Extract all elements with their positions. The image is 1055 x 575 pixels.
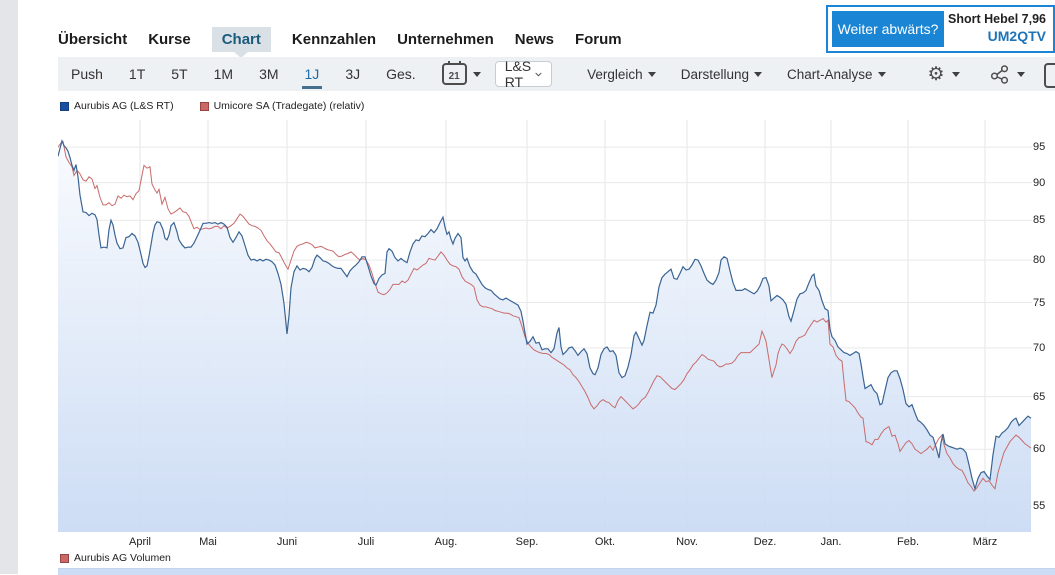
range-button-1j[interactable]: 1J <box>305 66 320 82</box>
chart-legend: Aurubis AG (L&S RT) Umicore SA (Tradegat… <box>60 100 364 112</box>
price-chart[interactable] <box>58 120 1032 532</box>
range-button-1t[interactable]: 1T <box>129 66 145 82</box>
x-tick-label: Sep. <box>499 536 555 548</box>
nav-item-unternehmen[interactable]: Unternehmen <box>397 31 494 48</box>
nav-item-kennzahlen[interactable]: Kennzahlen <box>292 31 376 48</box>
x-tick-label: Feb. <box>880 536 936 548</box>
legend-label: Umicore SA (Tradegate) (relativ) <box>214 100 365 112</box>
y-tick-label: 95 <box>1033 141 1055 153</box>
range-button-3m[interactable]: 3M <box>259 66 278 82</box>
nav-item-chart[interactable]: Chart <box>212 27 271 52</box>
legend-swatch-volume <box>60 554 69 563</box>
y-tick-label: 85 <box>1033 214 1055 226</box>
y-tick-label: 90 <box>1033 177 1055 189</box>
calendar-day-label: 21 <box>449 70 460 83</box>
nav-item-bersicht[interactable]: Übersicht <box>58 31 127 48</box>
main-nav: Übersicht Kurse Chart Kennzahlen Unternehmen… <box>58 27 622 52</box>
x-tick-label: April <box>112 536 168 548</box>
chevron-down-icon <box>754 72 762 77</box>
x-tick-label: Juni <box>259 536 315 548</box>
legend-label: Aurubis AG (L&S RT) <box>74 100 174 112</box>
derivative-promo-widget[interactable]: Weiter abwärts? Short Hebel 7,96 UM2QTV <box>826 5 1055 53</box>
toolbar-icons: ⚙ <box>928 64 1055 84</box>
exchange-select[interactable]: L&S RT <box>495 61 552 87</box>
legend-swatch-blue <box>60 102 69 111</box>
range-button-3j[interactable]: 3J <box>345 66 360 82</box>
legend-item-umicore: Umicore SA (Tradegate) (relativ) <box>200 100 365 112</box>
x-tick-label: Juli <box>338 536 394 548</box>
nav-item-kurse[interactable]: Kurse <box>148 31 191 48</box>
x-tick-label: Nov. <box>659 536 715 548</box>
x-tick-label: Aug. <box>418 536 474 548</box>
volume-legend-label: Aurubis AG Volumen <box>74 552 171 564</box>
legend-swatch-red <box>200 102 209 111</box>
chevron-down-icon <box>952 72 960 77</box>
x-tick-label: Jan. <box>803 536 859 548</box>
calendar-icon: 21 <box>442 63 467 85</box>
y-tick-label: 60 <box>1033 443 1055 455</box>
range-buttons: Push 1T 5T 1M 3M 1J 3J Ges. <box>58 66 416 82</box>
chevron-down-icon <box>1017 72 1025 77</box>
nav-item-news[interactable]: News <box>515 31 554 48</box>
menu-label: Chart-Analyse <box>787 67 873 82</box>
chevron-down-icon <box>535 71 542 78</box>
range-button-push[interactable]: Push <box>71 66 103 82</box>
y-tick-label: 65 <box>1033 391 1055 403</box>
x-tick-label: März <box>957 536 1013 548</box>
settings-gear-icon[interactable]: ⚙ <box>928 65 945 84</box>
chevron-down-icon <box>878 72 886 77</box>
range-button-ges[interactable]: Ges. <box>386 66 416 82</box>
chart-toolbar: Push 1T 5T 1M 3M 1J 3J Ges. 21 L&S RT Vergleich… <box>58 57 1055 91</box>
y-tick-label: 75 <box>1033 297 1055 309</box>
volume-legend: Aurubis AG Volumen <box>60 552 171 564</box>
menu-chart-analyse[interactable]: Chart-Analyse <box>787 67 886 82</box>
menu-darstellung[interactable]: Darstellung <box>681 67 762 82</box>
date-range-picker[interactable]: 21 <box>442 63 481 85</box>
range-button-1m[interactable]: 1M <box>214 66 233 82</box>
nav-item-forum[interactable]: Forum <box>575 31 622 48</box>
promo-cta-button[interactable]: Weiter abwärts? <box>832 11 944 47</box>
share-nodes-icon[interactable] <box>990 65 1010 84</box>
x-tick-label: Mai <box>180 536 236 548</box>
bookmark-icon[interactable] <box>1044 63 1055 88</box>
exchange-select-value: L&S RT <box>505 58 536 90</box>
legend-item-aurubis: Aurubis AG (L&S RT) <box>60 100 174 112</box>
menu-label: Vergleich <box>587 67 643 82</box>
toolbar-menus: Vergleich Darstellung Chart-Analyse <box>587 67 885 82</box>
chevron-down-icon <box>473 72 481 77</box>
page-left-margin <box>0 0 18 574</box>
promo-product-info[interactable]: Short Hebel 7,96 UM2QTV <box>948 7 1053 51</box>
promo-product-title: Short Hebel 7,96 <box>948 12 1046 28</box>
promo-wkn-code: UM2QTV <box>988 28 1046 46</box>
menu-vergleich[interactable]: Vergleich <box>587 67 656 82</box>
y-tick-label: 55 <box>1033 500 1055 512</box>
range-button-5t[interactable]: 5T <box>171 66 187 82</box>
y-tick-label: 80 <box>1033 254 1055 266</box>
menu-label: Darstellung <box>681 67 749 82</box>
chevron-down-icon <box>648 72 656 77</box>
x-tick-label: Okt. <box>577 536 633 548</box>
y-tick-label: 70 <box>1033 342 1055 354</box>
x-tick-label: Dez. <box>737 536 793 548</box>
